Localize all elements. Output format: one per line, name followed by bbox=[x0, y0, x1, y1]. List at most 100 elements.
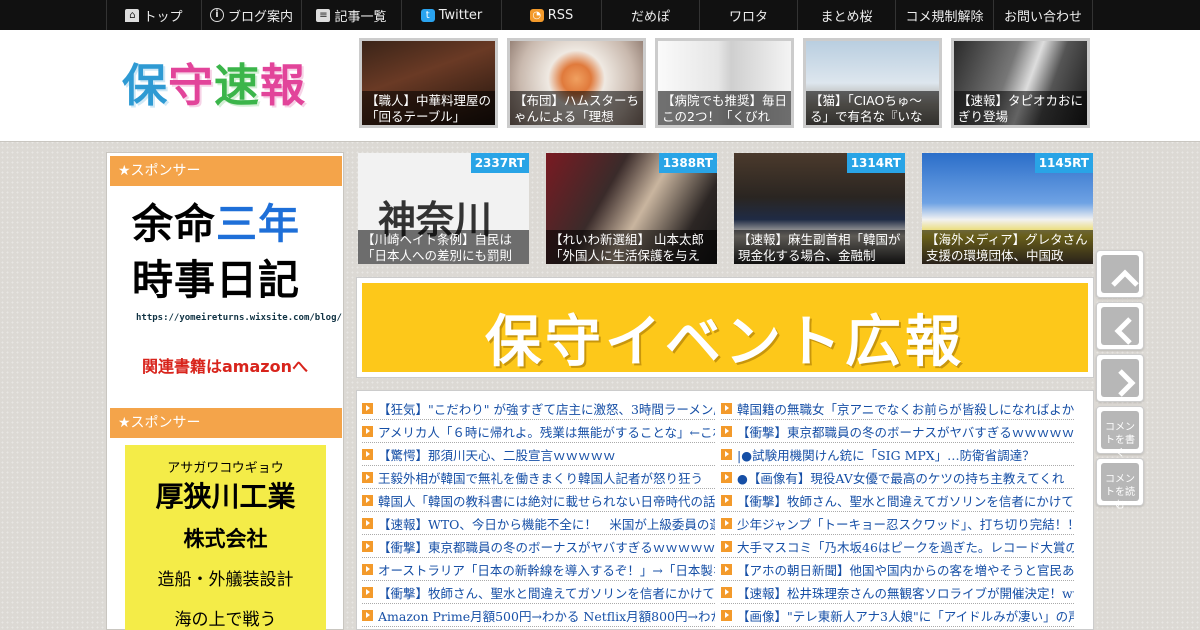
next-article-button[interactable] bbox=[1096, 354, 1144, 402]
feed-link[interactable]: 【速報】WTO、今日から機能不全に！ 米国が上級委員の選任 bbox=[378, 514, 715, 533]
retweet-count-badge: 1314RT bbox=[846, 153, 905, 173]
nav-item-damepo[interactable]: だめぽ bbox=[601, 0, 699, 30]
bullet-arrow-icon bbox=[362, 448, 373, 460]
logo-char: 速 bbox=[214, 59, 261, 112]
feed-link[interactable]: 少年ジャンプ「トーキョー忍スクワッド」、打ち切り完結！！ bbox=[737, 514, 1074, 533]
feed-link[interactable]: 【衝撃】牧師さん、聖水と間違えてガソリンを信者にかけてし bbox=[378, 583, 715, 602]
scroll-top-button[interactable] bbox=[1096, 250, 1144, 298]
feed-row[interactable]: 【画像】"テレ東新人アナ3人娘"に「アイドルみが凄い」の声！ bbox=[721, 604, 1074, 627]
feed-link[interactable]: 【驚愕】那須川天心、二股宣言ｗｗｗｗｗ bbox=[378, 445, 616, 464]
feed-link[interactable]: Amazon Prime月額500円→わかる Netflix月額800円→わかる… bbox=[378, 606, 715, 625]
site-logo[interactable]: 保守速報 bbox=[122, 56, 306, 116]
feed-row[interactable]: 【アホの朝日新聞】他国や国内からの客を増やそうと官民あげ bbox=[721, 558, 1074, 581]
ad-company-kana: アサガワコウギョウ bbox=[167, 461, 284, 476]
banner-background: 保守イベント広報 bbox=[362, 283, 1088, 375]
thumb-caption: 【職人】中華料理屋の「回るテーブル」 bbox=[362, 91, 495, 125]
nav-item-matome-sakura[interactable]: まとめ桜 bbox=[797, 0, 895, 30]
nav-item-contact[interactable]: お問い合わせ bbox=[993, 0, 1093, 30]
bullet-arrow-icon bbox=[721, 448, 732, 460]
header-thumb-5[interactable]: 【速報】タピオカおにぎり登場 bbox=[951, 38, 1090, 128]
feed-row[interactable]: 大手マスコミ「乃木坂46はピークを過ぎた。レコード大賞の最 bbox=[721, 535, 1074, 558]
feed-row[interactable]: 【衝撃】牧師さん、聖水と間違えてガソリンを信者にかけてし bbox=[362, 581, 715, 604]
feed-row[interactable]: 少年ジャンプ「トーキョー忍スクワッド」、打ち切り完結！！ bbox=[721, 512, 1074, 535]
ad-title-line1: 余命三年 bbox=[132, 199, 300, 249]
header-thumb-2[interactable]: 【布団】ハムスターちゃんによる「理想 bbox=[507, 38, 646, 128]
nav-item-warota[interactable]: ワロタ bbox=[699, 0, 797, 30]
feed-row[interactable]: 王毅外相が韓国で無礼を働きまくり韓国人記者が怒り狂う 急 bbox=[362, 466, 715, 489]
feed-link[interactable]: 【衝撃】東京都職員の冬のボーナスがヤバすぎるｗｗｗｗｗｗ bbox=[378, 537, 715, 556]
ad-title-line2: 時事日記 bbox=[132, 256, 300, 304]
feed-row[interactable]: 【衝撃】牧師さん、聖水と間違えてガソリンを信者にかけてし bbox=[721, 489, 1074, 512]
feed-row[interactable]: 【狂気】"こだわり" が強すぎて店主に激怒、3時間ラーメン屋に bbox=[362, 397, 715, 420]
nav-item-article-list[interactable]: ≡ 記事一覧 bbox=[301, 0, 401, 30]
button-face bbox=[1101, 307, 1139, 345]
nav-item-rss[interactable]: ◔ RSS bbox=[501, 0, 601, 30]
nav-label: コメ規制解除 bbox=[905, 9, 984, 25]
bullet-arrow-icon bbox=[362, 609, 373, 621]
feed-link[interactable]: 【アホの朝日新聞】他国や国内からの客を増やそうと官民あげ bbox=[737, 560, 1074, 579]
feed-row[interactable]: 韓国人「韓国の教科書には絶対に載せられない日帝時代の話」 bbox=[362, 489, 715, 512]
button-face: コメントを書く bbox=[1101, 411, 1139, 459]
ad-url: https://yomeireturns.wixsite.com/blog/ bbox=[136, 313, 342, 323]
feed-row[interactable]: 【衝撃】東京都職員の冬のボーナスがヤバすぎるｗｗｗｗｗｗ bbox=[362, 535, 715, 558]
write-comment-button[interactable]: コメントを書く bbox=[1096, 406, 1144, 459]
feed-link[interactable]: 王毅外相が韓国で無礼を働きまくり韓国人記者が怒り狂う 急 bbox=[378, 468, 715, 487]
previous-article-button[interactable] bbox=[1096, 302, 1144, 350]
feed-link[interactable]: 韓国人「韓国の教科書には絶対に載せられない日帝時代の話」 bbox=[378, 491, 715, 510]
bullet-arrow-icon bbox=[721, 609, 732, 621]
feed-row[interactable]: 【衝撃】東京都職員の冬のボーナスがヤバすぎるｗｗｗｗｗｗ bbox=[721, 420, 1074, 443]
feed-row[interactable]: 【驚愕】那須川天心、二股宣言ｗｗｗｗｗ bbox=[362, 443, 715, 466]
feed-link[interactable]: 【衝撃】東京都職員の冬のボーナスがヤバすぎるｗｗｗｗｗｗ bbox=[737, 422, 1074, 441]
feed-link[interactable]: 韓国籍の無職女「京アニでなくお前らが皆殺しになればよかっ bbox=[737, 399, 1074, 418]
feed-link[interactable]: 【衝撃】牧師さん、聖水と間違えてガソリンを信者にかけてし bbox=[737, 491, 1074, 510]
sponsor-ad-asagawa[interactable]: アサガワコウギョウ 厚狭川工業 株式会社 造船・外艤装設計 海の上で戦う bbox=[125, 445, 326, 630]
feed-link[interactable]: オーストラリア「日本の新幹線を導入するぞ！」→「日本製な bbox=[378, 560, 715, 579]
header-thumb-4[interactable]: 【猫】「CIAOちゅ〜る」で有名な『いな bbox=[803, 38, 942, 128]
twitter-icon: t bbox=[420, 8, 435, 22]
nav-item-top[interactable]: ⌂ トップ bbox=[106, 0, 201, 30]
feed-row[interactable]: 韓国籍の無職女「京アニでなくお前らが皆殺しになればよかっ bbox=[721, 397, 1074, 420]
feed-link[interactable]: 【速報】松井珠理奈さんの無観客ソロライブが開催決定！wwww bbox=[737, 583, 1074, 602]
nav-item-blog-guide[interactable]: i ブログ案内 bbox=[201, 0, 301, 30]
bullet-arrow-icon bbox=[721, 586, 732, 598]
feed-link[interactable]: ●【画像有】現役AV女優で最高のケツの持ち主教えてくれ bbox=[737, 468, 1064, 487]
thumb-caption: 【速報】タピオカおにぎり登場 bbox=[954, 91, 1087, 125]
nav-label: お問い合わせ bbox=[1003, 9, 1082, 25]
feed-row[interactable]: 【速報】WTO、今日から機能不全に！ 米国が上級委員の選任 bbox=[362, 512, 715, 535]
logo-char: 保 bbox=[122, 59, 169, 112]
thumb-caption: 【猫】「CIAOちゅ〜る」で有名な『いな bbox=[806, 91, 939, 125]
nav-menu: ⌂ トップ i ブログ案内 ≡ 記事一覧 t Twitter ◔ RSS だめぽ ワロタ … bbox=[106, 0, 1093, 30]
nav-item-twitter[interactable]: t Twitter bbox=[401, 0, 501, 30]
rt-card-3[interactable]: 1314RT 【速報】麻生副首相「韓国が現金化する場合、金融制 bbox=[734, 153, 905, 264]
header-thumb-1[interactable]: 【職人】中華料理屋の「回るテーブル」 bbox=[359, 38, 498, 128]
sponsor-ad-yomei[interactable]: 余命三年 時事日記 https://yomeireturns.wixsite.c… bbox=[110, 189, 342, 389]
sponsor-heading: ★スポンサー bbox=[110, 156, 342, 186]
feed-link[interactable]: 大手マスコミ「乃木坂46はピークを過ぎた。レコード大賞の最 bbox=[737, 537, 1074, 556]
bullet-arrow-icon bbox=[721, 563, 732, 575]
ad-amazon-link[interactable]: 関連書籍はamazonへ bbox=[142, 353, 308, 377]
nav-item-comment-unblock[interactable]: コメ規制解除 bbox=[895, 0, 993, 30]
header-thumb-3[interactable]: 【病院でも推奨】毎日この2つ！「くびれ bbox=[655, 38, 794, 128]
feed-link[interactable]: 【狂気】"こだわり" が強すぎて店主に激怒、3時間ラーメン屋に bbox=[378, 399, 715, 418]
bullet-arrow-icon bbox=[721, 517, 732, 529]
card-caption: 【海外メディア】グレタさん支援の環境団体、中国政 bbox=[922, 230, 1093, 264]
nav-label: ブログ案内 bbox=[227, 9, 293, 25]
feed-row[interactable]: オーストラリア「日本の新幹線を導入するぞ！」→「日本製な bbox=[362, 558, 715, 581]
read-comment-button[interactable]: コメントを読む bbox=[1096, 458, 1144, 511]
feed-link[interactable]: 【画像】"テレ東新人アナ3人娘"に「アイドルみが凄い」の声！ bbox=[737, 606, 1074, 625]
feed-row[interactable]: 【速報】松井珠理奈さんの無観客ソロライブが開催決定！wwww bbox=[721, 581, 1074, 604]
thumb-caption: 【布団】ハムスターちゃんによる「理想 bbox=[510, 91, 643, 125]
thumb-caption: 【病院でも推奨】毎日この2つ！「くびれ bbox=[658, 91, 791, 125]
feed-link[interactable]: アメリカ人「６時に帰れよ。残業は無能がすることな」←これ bbox=[378, 422, 715, 441]
rt-card-2[interactable]: 1388RT 【れいわ新選組】 山本太郎「外国人に生活保護を与え bbox=[546, 153, 717, 264]
feed-row[interactable]: Amazon Prime月額500円→わかる Netflix月額800円→わかる… bbox=[362, 604, 715, 627]
feed-row[interactable]: ●【画像有】現役AV女優で最高のケツの持ち主教えてくれ bbox=[721, 466, 1074, 489]
feed-row[interactable]: |●試験用機関けん銃に「SIG MPX」…防衛省調達？ bbox=[721, 443, 1074, 466]
nav-label: 記事一覧 bbox=[334, 9, 387, 25]
event-banner[interactable]: 保守イベント広報 bbox=[356, 277, 1094, 378]
antenna-feed: 【狂気】"こだわり" が強すぎて店主に激怒、3時間ラーメン屋に アメリカ人「６時… bbox=[356, 390, 1094, 630]
feed-row[interactable]: アメリカ人「６時に帰れよ。残業は無能がすることな」←これ bbox=[362, 420, 715, 443]
rt-card-4[interactable]: 1145RT 【海外メディア】グレタさん支援の環境団体、中国政 bbox=[922, 153, 1093, 264]
rt-card-1[interactable]: 神奈川 2337RT 【川崎ヘイト条例】自民は「日本人への差別にも罰則 bbox=[358, 153, 529, 264]
feed-link[interactable]: |●試験用機関けん銃に「SIG MPX」…防衛省調達？ bbox=[737, 445, 1035, 464]
